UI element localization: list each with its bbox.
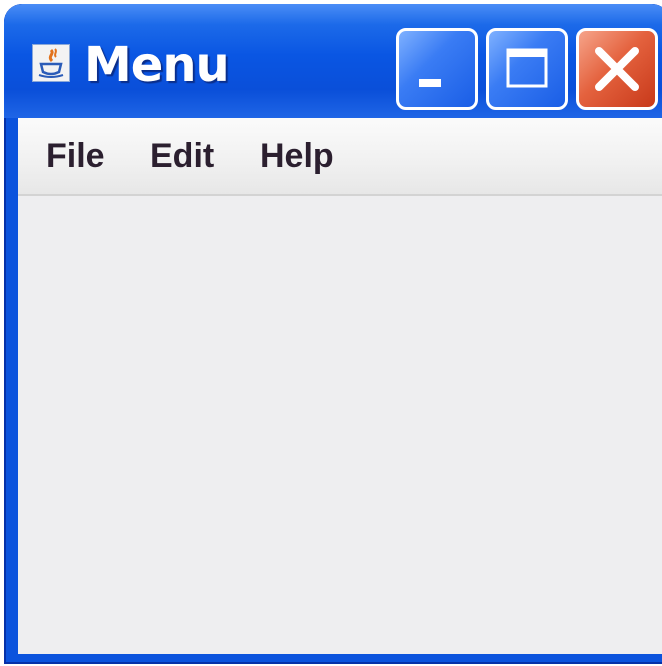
- close-button[interactable]: [576, 28, 658, 110]
- window-title: Menu: [84, 37, 230, 93]
- menu-help[interactable]: Help: [258, 118, 336, 194]
- maximize-icon: [506, 48, 548, 88]
- menu-edit[interactable]: Edit: [148, 118, 216, 194]
- close-icon: [595, 47, 639, 91]
- menu-bar: File Edit Help: [18, 118, 662, 196]
- minimize-icon: [419, 79, 441, 87]
- minimize-button[interactable]: [396, 28, 478, 110]
- maximize-button[interactable]: [486, 28, 568, 110]
- app-window: Menu File Edit Help: [4, 4, 662, 664]
- content-pane: [18, 196, 662, 654]
- menu-file[interactable]: File: [44, 118, 107, 194]
- title-bar[interactable]: Menu: [4, 4, 662, 118]
- java-cup-icon[interactable]: [32, 44, 70, 82]
